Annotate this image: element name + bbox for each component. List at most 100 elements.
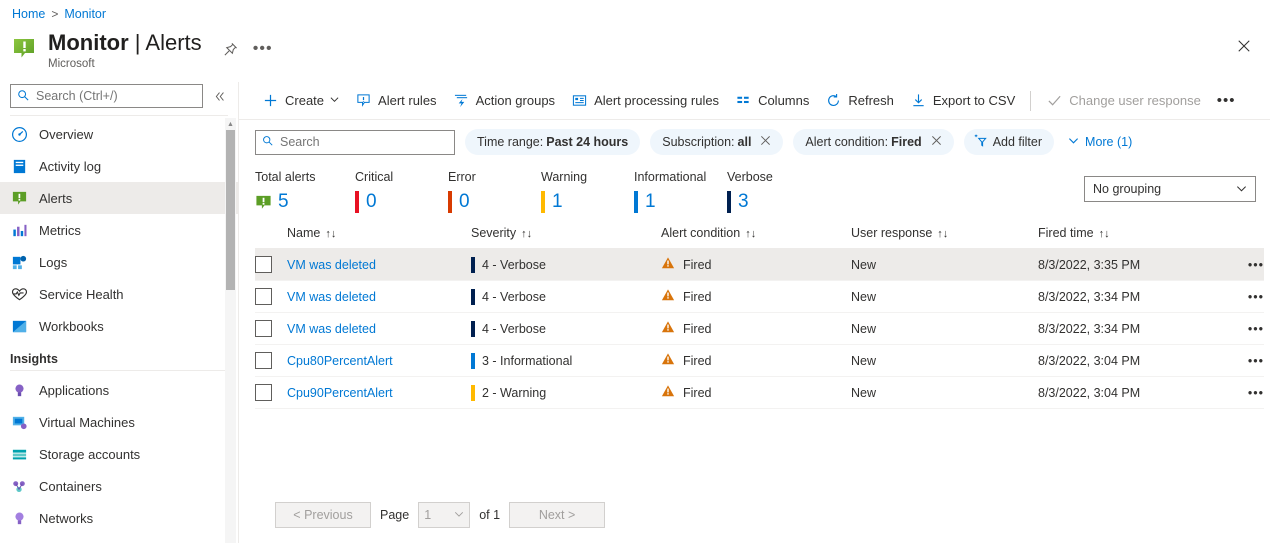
alerts-search-box[interactable] bbox=[255, 129, 455, 155]
sort-icon[interactable]: ↑↓ bbox=[1099, 228, 1110, 240]
ellipsis-icon[interactable]: ••• bbox=[250, 36, 276, 62]
alerts-table: Name ↑↓ Severity ↑↓ Alert condition ↑↓ User… bbox=[255, 226, 1264, 409]
summary-error[interactable]: Error 0 bbox=[448, 170, 541, 215]
sidebar-item-metrics[interactable]: Metrics bbox=[0, 214, 238, 246]
alert-condition-label: Fired bbox=[683, 257, 712, 272]
sidebar-item-service-health[interactable]: Service Health bbox=[0, 278, 238, 310]
column-header-name[interactable]: Name ↑↓ bbox=[287, 226, 471, 249]
sidebar-scrollbar[interactable]: ▲ bbox=[225, 118, 236, 543]
summary-verbose[interactable]: Verbose 3 bbox=[727, 170, 820, 215]
page-number-value: 1 bbox=[424, 508, 432, 522]
row-checkbox[interactable] bbox=[255, 320, 272, 337]
remove-filter-icon[interactable] bbox=[760, 135, 771, 149]
previous-page-button[interactable]: < Previous bbox=[275, 502, 371, 528]
containers-icon bbox=[10, 477, 28, 495]
row-actions-menu[interactable]: ••• bbox=[1228, 248, 1264, 281]
filter-pill-name: Subscription bbox=[662, 135, 732, 149]
next-page-button[interactable]: Next > bbox=[509, 502, 606, 528]
filter-pill-alert-condition[interactable]: Alert condition : Fired bbox=[793, 129, 954, 155]
row-checkbox[interactable] bbox=[255, 256, 272, 273]
sidebar-item-applications[interactable]: Applications bbox=[0, 374, 238, 406]
scrollbar-thumb[interactable] bbox=[226, 130, 235, 290]
summary-informational[interactable]: Informational 1 bbox=[634, 170, 727, 215]
table-head: Name ↑↓ Severity ↑↓ Alert condition ↑↓ User… bbox=[255, 226, 1264, 249]
sidebar-item-label: Containers bbox=[39, 478, 102, 494]
alert-processing-rules-button[interactable]: Alert processing rules bbox=[564, 86, 726, 116]
add-filter-label: Add filter bbox=[992, 135, 1043, 149]
sort-icon[interactable]: ↑↓ bbox=[325, 228, 336, 240]
summary-warning[interactable]: Warning 1 bbox=[541, 170, 634, 215]
sidebar-search-box[interactable] bbox=[10, 84, 203, 108]
row-actions-menu[interactable]: ••• bbox=[1228, 344, 1264, 377]
table-row[interactable]: VM was deleted 4 - Verbose Fired New 8/3/202… bbox=[255, 248, 1264, 281]
table-row[interactable]: VM was deleted 4 - Verbose Fired New 8/3/202… bbox=[255, 312, 1264, 345]
severity-bar bbox=[471, 320, 475, 337]
summary-critical[interactable]: Critical 0 bbox=[355, 170, 448, 215]
alert-name-link[interactable]: Cpu80PercentAlert bbox=[287, 354, 393, 368]
more-filters-link[interactable]: More (1) bbox=[1068, 135, 1132, 149]
filter-pill-subscription[interactable]: Subscription : all bbox=[650, 129, 784, 155]
row-checkbox[interactable] bbox=[255, 384, 272, 401]
sidebar-item-virtual-machines[interactable]: Virtual Machines bbox=[0, 406, 238, 438]
toolbar-overflow-button[interactable]: ••• bbox=[1210, 86, 1243, 116]
alert-name-link[interactable]: Cpu90PercentAlert bbox=[287, 386, 393, 400]
severity-label: 4 - Verbose bbox=[482, 321, 546, 336]
alert-name-link[interactable]: VM was deleted bbox=[287, 290, 376, 304]
table-row[interactable]: VM was deleted 4 - Verbose Fired New 8/3/202… bbox=[255, 280, 1264, 313]
table-row[interactable]: Cpu90PercentAlert 2 - Warning Fired New 8/3/… bbox=[255, 376, 1264, 409]
create-button[interactable]: Create bbox=[255, 86, 346, 116]
row-checkbox[interactable] bbox=[255, 352, 272, 369]
severity-bar bbox=[471, 256, 475, 273]
remove-filter-icon[interactable] bbox=[931, 135, 942, 149]
scroll-up-arrow-icon[interactable]: ▲ bbox=[225, 118, 236, 130]
severity-bar bbox=[471, 288, 475, 305]
filter-pill-value: Past 24 hours bbox=[546, 135, 629, 149]
sidebar-item-networks[interactable]: Networks bbox=[0, 502, 238, 534]
pin-icon[interactable] bbox=[218, 36, 244, 62]
add-filter-button[interactable]: Add filter bbox=[963, 129, 1055, 155]
column-header-user-response[interactable]: User response ↑↓ bbox=[851, 226, 1038, 249]
sidebar-item-workbooks[interactable]: Workbooks bbox=[0, 310, 238, 342]
filter-pill-time-range[interactable]: Time range : Past 24 hours bbox=[465, 129, 641, 155]
row-actions-menu[interactable]: ••• bbox=[1228, 376, 1264, 409]
sidebar-search-input[interactable] bbox=[34, 88, 196, 104]
row-actions-menu[interactable]: ••• bbox=[1228, 312, 1264, 345]
close-icon[interactable] bbox=[1228, 30, 1260, 62]
page-title-section: Alerts bbox=[145, 30, 202, 55]
sidebar-item-logs[interactable]: Logs bbox=[0, 246, 238, 278]
sidebar-item-alerts[interactable]: Alerts bbox=[0, 182, 238, 214]
grouping-select[interactable]: No grouping bbox=[1084, 176, 1256, 202]
column-header-fired-time[interactable]: Fired time ↑↓ bbox=[1038, 226, 1228, 249]
main-content: Create Alert rules Action groups Alert p… bbox=[238, 82, 1270, 543]
sidebar-item-activity-log[interactable]: Activity log bbox=[0, 150, 238, 182]
alerts-search-input[interactable] bbox=[278, 134, 448, 150]
alert-name-link[interactable]: VM was deleted bbox=[287, 258, 376, 272]
row-actions-menu[interactable]: ••• bbox=[1228, 280, 1264, 313]
alert-rules-button[interactable]: Alert rules bbox=[348, 86, 444, 116]
breadcrumb-home[interactable]: Home bbox=[12, 7, 45, 21]
chevron-double-left-icon[interactable] bbox=[208, 85, 230, 107]
action-groups-button[interactable]: Action groups bbox=[446, 86, 563, 116]
sort-icon[interactable]: ↑↓ bbox=[521, 228, 532, 240]
alerts-table-area: Name ↑↓ Severity ↑↓ Alert condition ↑↓ User… bbox=[239, 226, 1270, 487]
filter-pill-sep: : bbox=[884, 135, 889, 149]
sidebar-item-containers[interactable]: Containers bbox=[0, 470, 238, 502]
summary-total-alerts[interactable]: Total alerts 5 bbox=[255, 170, 355, 215]
sidebar-item-storage-accounts[interactable]: Storage accounts bbox=[0, 438, 238, 470]
breadcrumb-monitor[interactable]: Monitor bbox=[64, 7, 106, 21]
columns-button[interactable]: Columns bbox=[728, 86, 816, 116]
summary-value-row: 0 bbox=[448, 189, 541, 215]
column-header-alert-condition[interactable]: Alert condition ↑↓ bbox=[661, 226, 851, 249]
sort-icon[interactable]: ↑↓ bbox=[745, 228, 756, 240]
cell-name: VM was deleted bbox=[287, 312, 471, 345]
row-checkbox[interactable] bbox=[255, 288, 272, 305]
refresh-button[interactable]: Refresh bbox=[818, 86, 901, 116]
column-header-severity[interactable]: Severity ↑↓ bbox=[471, 226, 661, 249]
sort-icon[interactable]: ↑↓ bbox=[937, 228, 948, 240]
table-row[interactable]: Cpu80PercentAlert 3 - Informational Fired N… bbox=[255, 344, 1264, 377]
export-to-csv-button[interactable]: Export to CSV bbox=[903, 86, 1022, 116]
alert-name-link[interactable]: VM was deleted bbox=[287, 322, 376, 336]
page-number-select[interactable]: 1 bbox=[418, 502, 471, 528]
sidebar-item-overview[interactable]: Overview bbox=[0, 118, 238, 150]
change-user-response-button[interactable]: Change user response bbox=[1039, 86, 1208, 116]
